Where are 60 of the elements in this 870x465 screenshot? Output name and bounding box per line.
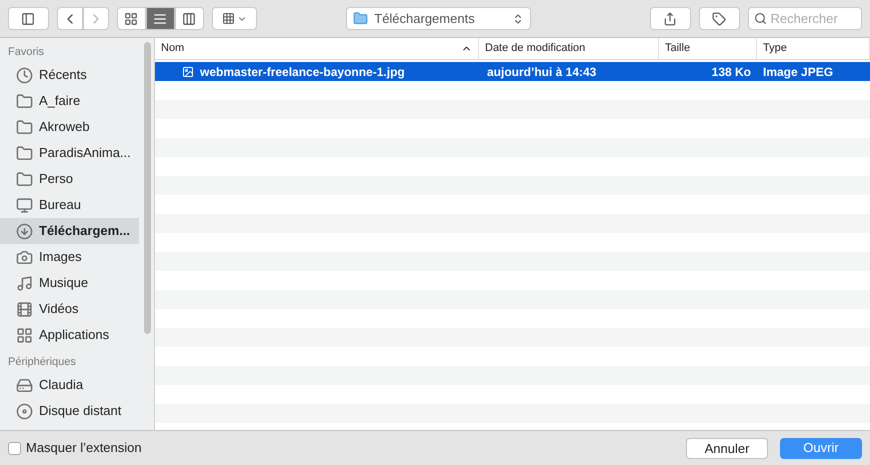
sidebar-item[interactable]: Claudia — [0, 372, 139, 398]
arrange-button[interactable] — [212, 7, 256, 30]
sidebar-item[interactable]: Images — [0, 244, 139, 270]
sidebar-item[interactable]: Vidéos — [0, 296, 139, 322]
disc-icon — [16, 402, 33, 420]
folder-icon — [353, 11, 368, 26]
column-header[interactable]: Nom — [155, 38, 479, 59]
hard-drive-icon — [16, 376, 33, 394]
file-date: aujourd’hui à 14:43 — [486, 64, 598, 80]
apps-icon — [16, 326, 33, 344]
search-field[interactable]: Rechercher — [748, 7, 862, 30]
back-button[interactable] — [56, 7, 83, 30]
camera-icon — [16, 248, 33, 266]
sidebar-item[interactable]: Musique — [0, 270, 139, 296]
folder-icon — [16, 144, 33, 162]
sidebar-item[interactable]: ParadisAnima... — [0, 140, 139, 166]
file-size: 138 Ko — [710, 64, 752, 80]
view-button[interactable] — [116, 7, 146, 30]
file-type: Image JPEG — [762, 64, 834, 80]
sidebar-item[interactable]: Applications — [0, 322, 139, 348]
cancel-button[interactable]: Annuler — [686, 438, 768, 458]
file-name: webmaster-freelance-bayonne-1.jpg — [200, 64, 405, 80]
sidebar-section-title: Favoris — [7, 45, 46, 60]
column-header[interactable]: Type — [757, 38, 870, 59]
tag-button[interactable] — [698, 7, 740, 30]
list-view-icon — [153, 12, 168, 26]
folder-icon — [16, 118, 33, 136]
download-icon — [16, 222, 33, 240]
sidebar-item[interactable]: Téléchargem... — [0, 218, 139, 244]
tag-icon — [712, 12, 726, 26]
checkbox-label: Masquer l’extension — [26, 439, 142, 458]
sidebar-section-title: Périphériques — [7, 355, 77, 370]
sidebar-item[interactable]: Perso — [0, 166, 139, 192]
sidebar-item[interactable]: Disque distant — [0, 398, 139, 424]
clock-icon — [16, 66, 33, 84]
file-row[interactable]: webmaster-freelance-bayonne-1.jpg aujourd’hui à 14:43 138 Ko Image JPEG — [155, 62, 870, 81]
view-button[interactable] — [174, 7, 204, 30]
music-note-icon — [16, 274, 33, 292]
sidebar-icon — [21, 12, 36, 26]
share-button[interactable] — [650, 7, 691, 30]
grid-icon — [222, 12, 235, 25]
image-file-icon — [182, 66, 194, 78]
column-view-icon — [182, 12, 196, 26]
location-popup[interactable]: Téléchargements — [346, 7, 532, 30]
view-button[interactable] — [146, 7, 175, 30]
column-header[interactable]: Taille — [659, 38, 757, 59]
sidebar-item[interactable]: Bureau — [0, 192, 139, 218]
column-header[interactable]: Date de modification — [479, 38, 659, 59]
desktop-icon — [16, 196, 33, 214]
share-icon — [663, 12, 678, 26]
sidebar-item[interactable]: A_faire — [0, 88, 139, 114]
checkbox[interactable] — [8, 442, 21, 454]
sidebar-item[interactable]: Récents — [0, 62, 139, 88]
search-icon — [754, 12, 767, 25]
icon-view-icon — [124, 12, 138, 26]
folder-icon — [16, 170, 33, 188]
film-icon — [16, 300, 33, 318]
sidebar-toggle-button[interactable] — [8, 7, 49, 30]
folder-icon — [16, 92, 33, 110]
sidebar-item[interactable]: Akroweb — [0, 114, 139, 140]
